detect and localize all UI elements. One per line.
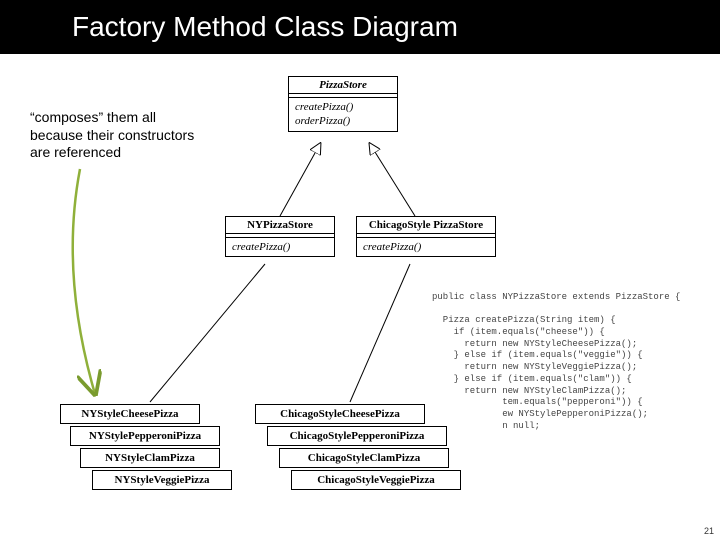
uml-nypizzastore-m1: createPizza(): [232, 240, 328, 254]
uml-chi-veggie: ChicagoStyleVeggiePizza: [291, 470, 461, 490]
uml-nypizzastore-name: NYPizzaStore: [226, 217, 334, 234]
page-number: 21: [704, 526, 714, 536]
title-bar: Factory Method Class Diagram: [0, 0, 720, 54]
uml-chicagostore-name: ChicagoStyle PizzaStore: [357, 217, 495, 234]
uml-chi-clam: ChicagoStyleClamPizza: [279, 448, 449, 468]
slide-title: Factory Method Class Diagram: [72, 11, 458, 43]
uml-ny-clam: NYStyleClamPizza: [80, 448, 220, 468]
annotation-composes: “composes” them allbecause their constru…: [30, 109, 230, 162]
diagram-canvas: “composes” them allbecause their constru…: [0, 54, 720, 540]
uml-chi-pepperoni: ChicagoStylePepperoniPizza: [267, 426, 447, 446]
uml-ny-cheese: NYStyleCheesePizza: [60, 404, 200, 424]
uml-nypizzastore: NYPizzaStore createPizza(): [225, 216, 335, 257]
uml-chicagostore: ChicagoStyle PizzaStore createPizza(): [356, 216, 496, 257]
uml-pizzastore-m2: orderPizza(): [295, 114, 391, 128]
code-snippet: public class NYPizzaStore extends PizzaS…: [432, 292, 680, 432]
uml-chi-cheese: ChicagoStyleCheesePizza: [255, 404, 425, 424]
uml-ny-pepperoni: NYStylePepperoniPizza: [70, 426, 220, 446]
uml-ny-veggie: NYStyleVeggiePizza: [92, 470, 232, 490]
uml-pizzastore: PizzaStore createPizza() orderPizza(): [288, 76, 398, 132]
uml-chicagostore-m1: createPizza(): [363, 240, 489, 254]
uml-pizzastore-name: PizzaStore: [289, 77, 397, 94]
uml-pizzastore-m1: createPizza(): [295, 100, 391, 114]
